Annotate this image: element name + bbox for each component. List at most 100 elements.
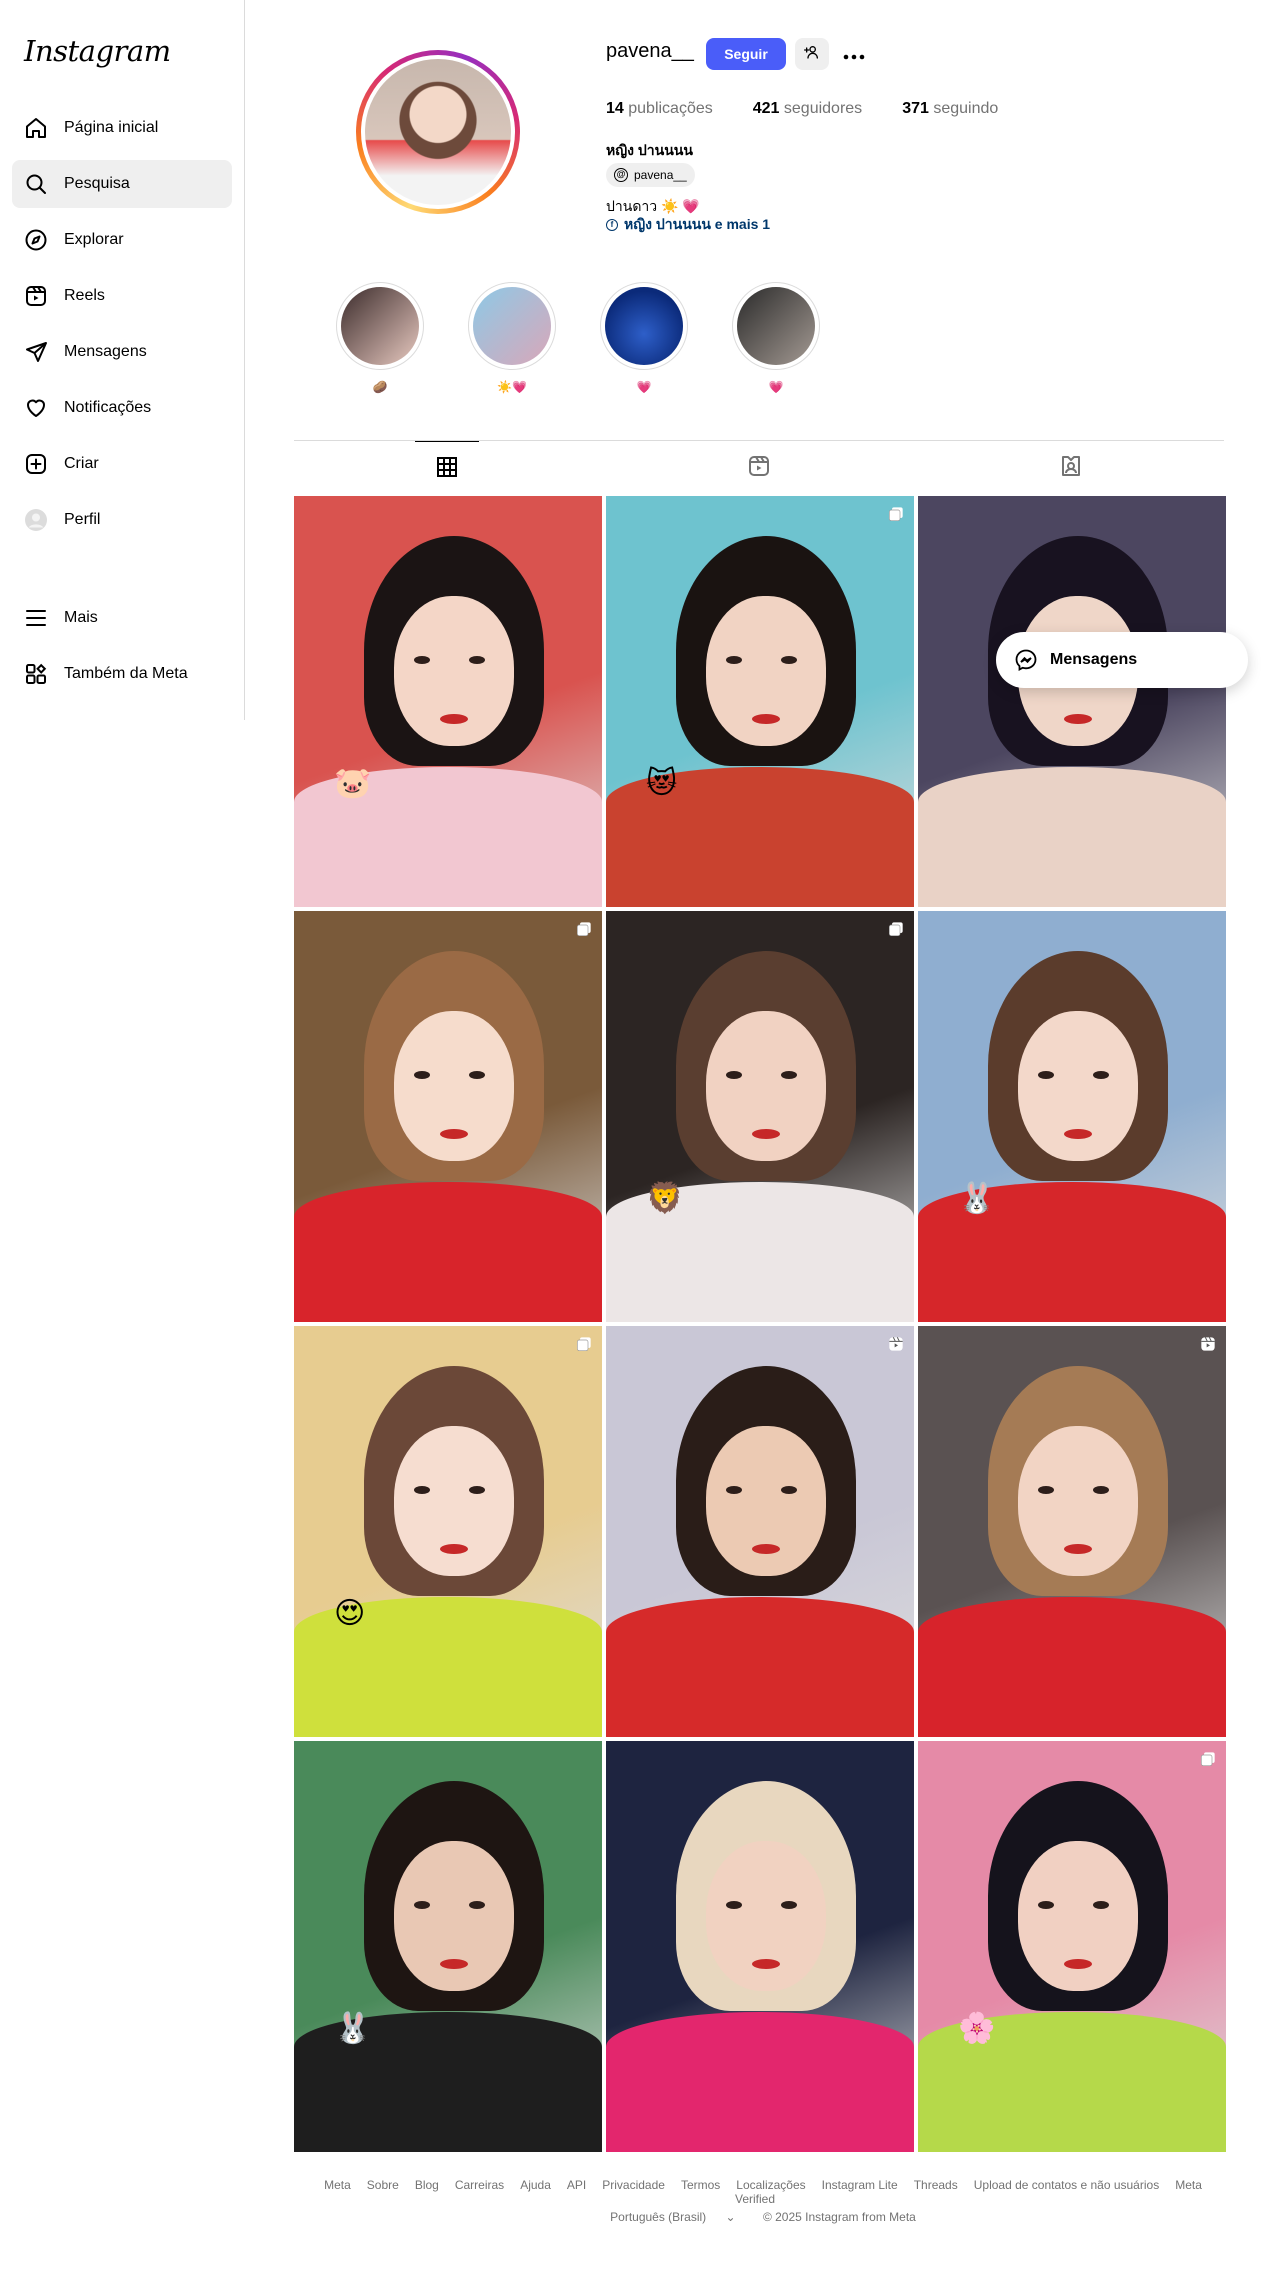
photo-lips — [752, 1129, 780, 1139]
footer-link[interactable]: Ajuda — [520, 2178, 551, 2192]
reel-icon — [1200, 1336, 1216, 1352]
threads-badge[interactable]: @ pavena__ — [606, 163, 695, 187]
sidebar-item-more[interactable]: Mais — [12, 594, 232, 642]
profile-avatar[interactable] — [356, 50, 520, 214]
post-thumbnail[interactable]: 🌸 — [918, 1741, 1226, 2152]
photo-eye — [1093, 1071, 1109, 1079]
sidebar-item-search[interactable]: Pesquisa — [12, 160, 232, 208]
post-thumbnail[interactable]: 🐰 — [918, 911, 1226, 1322]
photo-lips — [1064, 714, 1092, 724]
photo-clothing — [606, 1597, 914, 1737]
sidebar-item-profile[interactable]: Perfil — [12, 496, 232, 544]
photo-eye — [781, 1486, 797, 1494]
story-highlight[interactable]: 🥔 — [335, 282, 425, 394]
story-highlight[interactable]: ☀️💗 — [467, 282, 557, 394]
suggested-users-button[interactable] — [795, 38, 829, 70]
grid-icon — [435, 455, 459, 484]
sidebar-item-explore[interactable]: Explorar — [12, 216, 232, 264]
footer-link[interactable]: Meta — [324, 2178, 351, 2192]
sidebar-item-reels[interactable]: Reels — [12, 272, 232, 320]
footer-link[interactable]: Carreiras — [455, 2178, 504, 2192]
photo-sticker: 🦁 — [646, 1182, 684, 1215]
footer-link[interactable]: Termos — [681, 2178, 720, 2192]
post-thumbnail[interactable]: 😻 — [606, 496, 914, 907]
sidebar-item-notifications[interactable]: Notificações — [12, 384, 232, 432]
follow-button[interactable]: Seguir — [706, 38, 786, 70]
profile-username: pavena__ — [606, 40, 694, 62]
bio-link[interactable]: f หญิง ปานนนน e mais 1 — [606, 214, 770, 236]
sidebar-item-label: Criar — [64, 455, 99, 472]
sidebar-item-label: Mais — [64, 609, 98, 626]
footer-link[interactable]: API — [567, 2178, 586, 2192]
sidebar-item-messages[interactable]: Mensagens — [12, 328, 232, 376]
photo-eye — [781, 1901, 797, 1909]
language-selector[interactable]: Português (Brasil) ⌄ — [602, 2210, 743, 2224]
post-thumbnail[interactable]: 🐰 — [294, 1741, 602, 2152]
posts-count-label: publicações — [628, 100, 713, 117]
photo-clothing — [918, 767, 1226, 907]
photo-eye — [781, 656, 797, 664]
followers-count-label: seguidores — [783, 100, 863, 117]
footer-link[interactable]: Upload de contatos e não usuários — [974, 2178, 1159, 2192]
post-thumbnail[interactable] — [606, 1741, 914, 2152]
photo-sticker: 🐰 — [958, 1182, 996, 1215]
sidebar-lower-nav: Mais Também da Meta — [12, 594, 232, 706]
story-highlight[interactable]: 💗 — [599, 282, 689, 394]
highlight-label: ☀️💗 — [497, 380, 527, 394]
posts-count: 14 publicações — [606, 100, 713, 118]
footer-link[interactable]: Sobre — [367, 2178, 399, 2192]
following-count[interactable]: 371 seguindo — [902, 100, 998, 118]
tab-tagged[interactable] — [1039, 441, 1103, 496]
sidebar-item-label: Perfil — [64, 511, 101, 528]
post-thumbnail[interactable] — [918, 1326, 1226, 1737]
footer-link[interactable]: Instagram Lite — [822, 2178, 898, 2192]
footer-link[interactable]: Privacidade — [602, 2178, 665, 2192]
photo-clothing — [918, 1597, 1226, 1737]
photo-eye — [1038, 1071, 1054, 1079]
highlight-cover — [473, 287, 551, 365]
photo-eye — [726, 1071, 742, 1079]
photo-lips — [440, 1544, 468, 1554]
sidebar-nav: Página inicial Pesquisa Explorar Reels M… — [12, 104, 232, 552]
apps-grid-icon — [24, 662, 48, 686]
ellipsis-icon — [843, 43, 865, 66]
post-thumbnail[interactable]: 🐷 — [294, 496, 602, 907]
heart-icon — [24, 396, 48, 420]
photo-lips — [440, 714, 468, 724]
footer-link[interactable]: Blog — [415, 2178, 439, 2192]
photo-eye — [469, 656, 485, 664]
carousel-icon — [888, 506, 904, 522]
photo-eye — [414, 1901, 430, 1909]
post-thumbnail[interactable] — [294, 911, 602, 1322]
sidebar-item-also-from-meta[interactable]: Também da Meta — [12, 650, 232, 698]
facebook-icon: f — [606, 219, 618, 231]
post-thumbnail[interactable]: 😍 — [294, 1326, 602, 1737]
sidebar-item-home[interactable]: Página inicial — [12, 104, 232, 152]
footer-link[interactable]: Threads — [914, 2178, 958, 2192]
post-thumbnail[interactable] — [918, 496, 1226, 907]
menu-icon — [24, 606, 48, 630]
tab-reels[interactable] — [727, 441, 791, 496]
threads-handle: pavena__ — [634, 168, 687, 182]
story-highlight[interactable]: 💗 — [731, 282, 821, 394]
post-thumbnail[interactable]: 🦁 — [606, 911, 914, 1322]
photo-eye — [781, 1071, 797, 1079]
sidebar-item-create[interactable]: Criar — [12, 440, 232, 488]
sidebar-item-label: Também da Meta — [64, 665, 188, 682]
post-thumbnail[interactable] — [606, 1326, 914, 1737]
chevron-down-icon: ⌄ — [725, 2210, 736, 2224]
avatar-icon — [24, 508, 48, 532]
sidebar-item-label: Notificações — [64, 399, 152, 416]
copyright: © 2025 Instagram from Meta — [762, 2210, 916, 2224]
compass-icon — [24, 228, 48, 252]
sidebar-item-label: Pesquisa — [64, 175, 130, 192]
highlight-label: 🥔 — [372, 380, 388, 394]
tab-posts[interactable] — [415, 441, 479, 496]
followers-count[interactable]: 421 seguidores — [753, 100, 862, 118]
instagram-logo[interactable]: Instagram — [24, 34, 171, 68]
more-options-button[interactable] — [838, 38, 870, 70]
photo-eye — [1038, 1486, 1054, 1494]
footer-link[interactable]: Localizações — [736, 2178, 805, 2192]
photo-lips — [1064, 1544, 1092, 1554]
messages-popup-button[interactable]: Mensagens — [996, 632, 1248, 688]
